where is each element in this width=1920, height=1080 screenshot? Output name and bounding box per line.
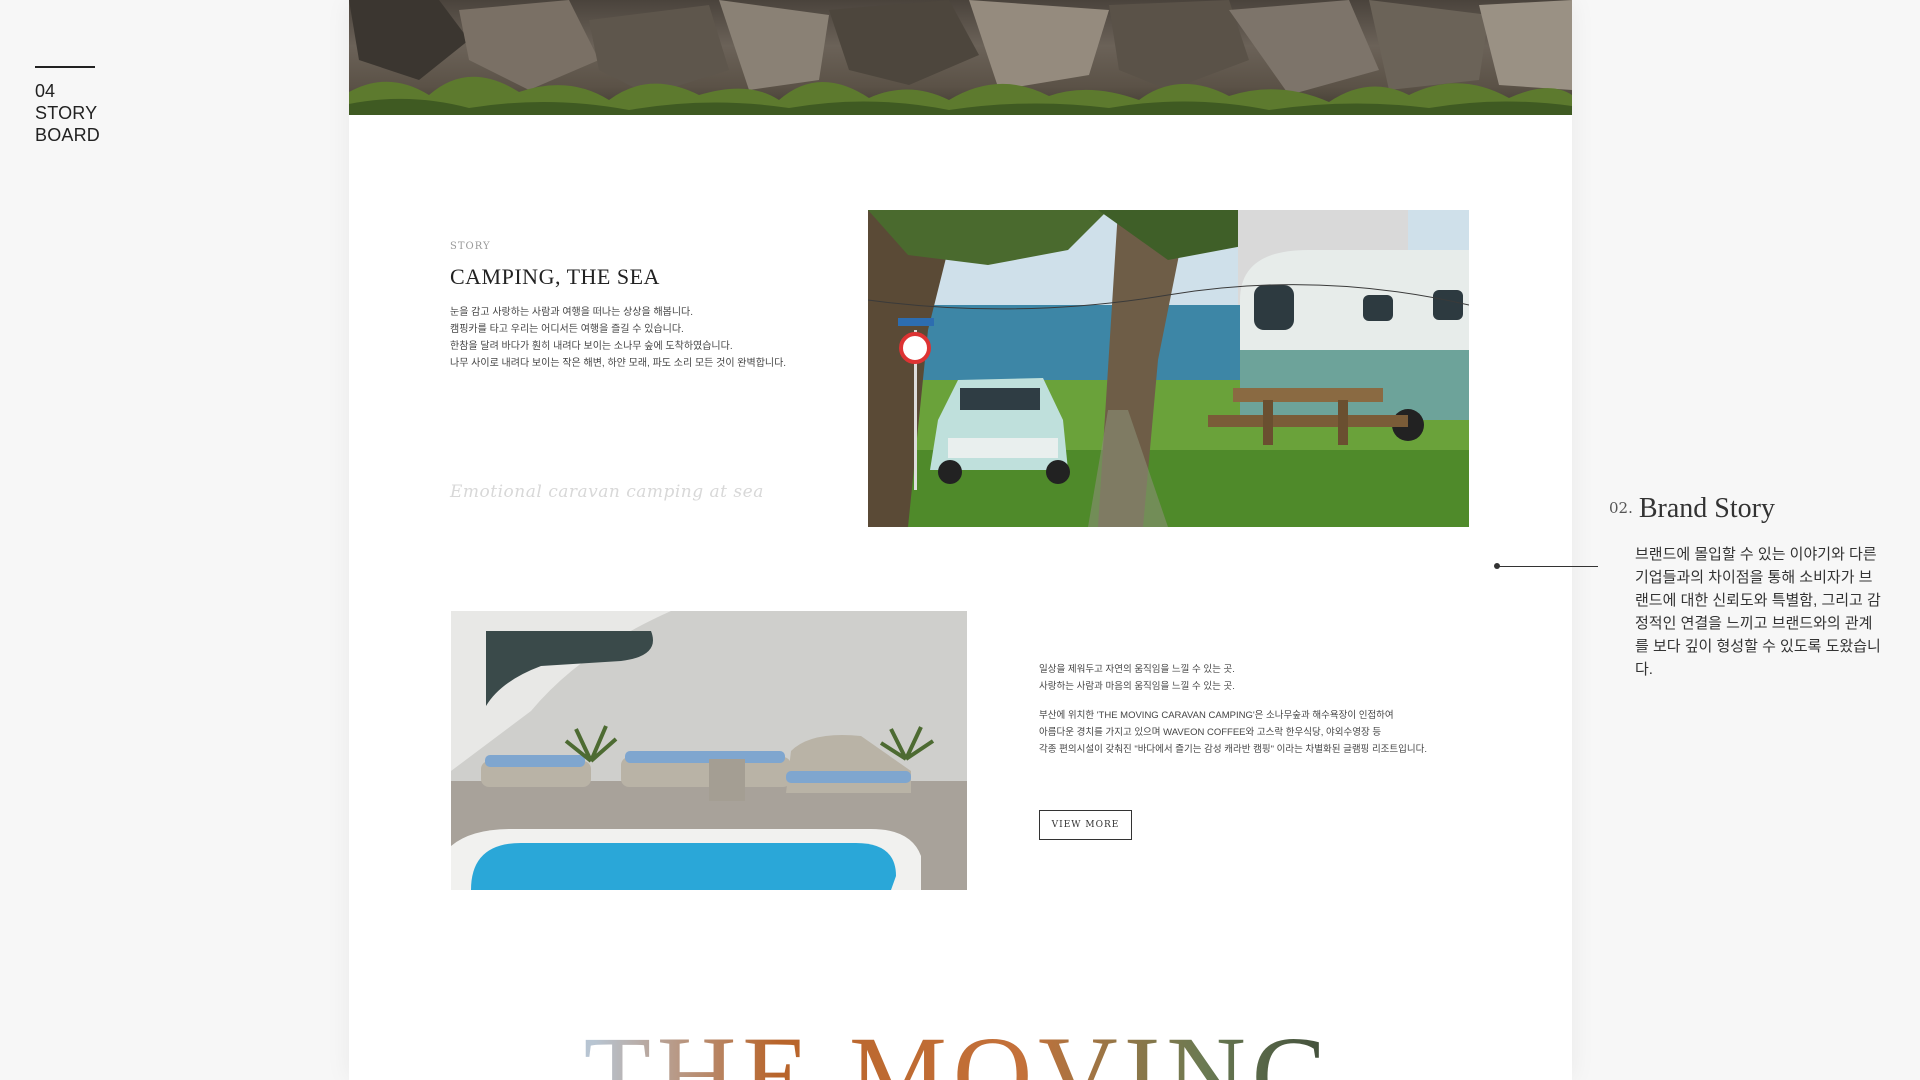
view-more-button[interactable]: VIEW MORE: [1039, 810, 1132, 840]
caravan-camping-photo: [868, 210, 1469, 527]
story-body-line: 한참을 달려 바다가 훤히 내려다 보이는 소나무 숲에 도착하였습니다.: [450, 341, 733, 352]
annotation-number: 02.: [1609, 499, 1633, 517]
story-body-line: 나무 사이로 내려다 보이는 작은 해변, 하얀 모래, 파도 소리 모든 것이…: [450, 358, 787, 369]
section-title-line2: BOARD: [35, 125, 101, 145]
section-label: 04 STORY BOARD: [35, 66, 115, 146]
hero-rocks-photo: [349, 0, 1572, 115]
section-rule: [35, 66, 95, 68]
description-line: 사랑하는 사람과 마음의 움직임을 느낄 수 있는 곳.: [1039, 681, 1235, 692]
description-line: 아름다운 경치를 가지고 있으며 WAVEON COFFEE와 고스락 한우식당…: [1039, 727, 1382, 738]
annotation-body: 브랜드에 몰입할 수 있는 이야기와 다른 기업들과의 차이점을 통해 소비자가…: [1635, 546, 1881, 678]
storyboard-panel: STORY CAMPING, THE SEA 눈을 감고 사랑하는 사람과 여행…: [349, 0, 1572, 1080]
annotation-title: Brand Story: [1638, 493, 1775, 524]
section-title-line1: STORY: [35, 103, 98, 123]
section-number: 04: [35, 81, 56, 101]
annotation-pointer-line: [1497, 566, 1598, 567]
story-body-line: 캠핑카를 타고 우리는 어디서든 여행을 즐길 수 있습니다.: [450, 324, 684, 335]
story-body-line: 눈을 감고 사랑하는 사람과 여행을 떠나는 상상을 해봅니다.: [450, 307, 694, 318]
story-body: 눈을 감고 사랑하는 사람과 여행을 떠나는 상상을 해봅니다. 캠핑카를 타고…: [450, 304, 850, 372]
pool-lounge-photo: [451, 611, 967, 890]
annotation-heading: 02. Brand Story: [1609, 493, 1775, 525]
description-line: 각종 편의시설이 갖춰진 "바다에서 즐기는 감성 캐라반 캠핑" 이라는 차별…: [1039, 744, 1428, 755]
description-line: 일상을 제워두고 자연의 움직임을 느낄 수 있는 곳.: [1039, 664, 1235, 675]
story-script-caption: Emotional caravan camping at sea: [450, 482, 764, 502]
brand-wordmark: THE MOVING: [349, 1020, 1572, 1080]
story-title: CAMPING, THE SEA: [450, 264, 660, 289]
story-kicker: STORY: [450, 241, 491, 252]
story-description: 일상을 제워두고 자연의 움직임을 느낄 수 있는 곳. 사랑하는 사람과 마음…: [1039, 661, 1469, 770]
description-line: 부산에 위치한 'THE MOVING CARAVAN CAMPING'은 소나…: [1039, 710, 1394, 721]
